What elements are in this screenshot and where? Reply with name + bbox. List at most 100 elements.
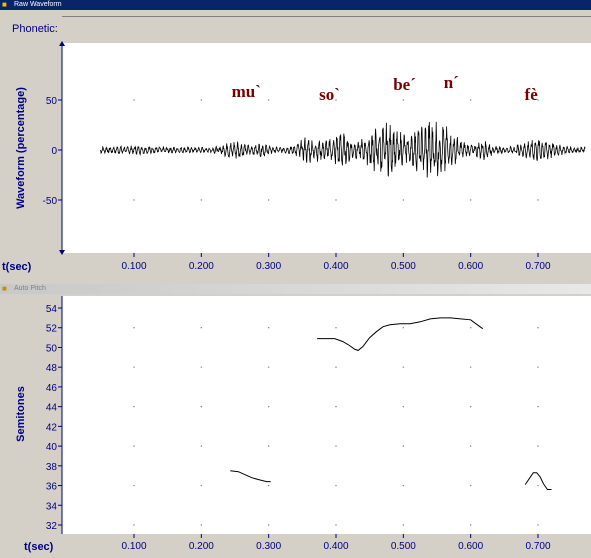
grid-dot	[335, 327, 337, 329]
grid-dot	[402, 366, 405, 368]
grid-dot	[200, 405, 203, 408]
pitch-y-title: Semitones	[15, 386, 27, 442]
grid-dot	[335, 405, 337, 408]
pitch-x-tick-label: 0.700	[525, 541, 550, 552]
syllable-label: n´	[444, 73, 459, 92]
pitch-y-tick-label: 32	[46, 521, 58, 532]
pitch-x-tick-label: 0.400	[323, 541, 348, 552]
pitch-y-tick-label: 54	[46, 304, 58, 315]
grid-dot	[335, 445, 337, 447]
grid-dot	[537, 524, 539, 526]
pitch-y-tick-label: 52	[46, 324, 58, 335]
grid-dot	[537, 445, 539, 447]
grid-dot	[537, 199, 539, 201]
waveform-x-tick-label: 0.200	[189, 261, 214, 272]
grid-dot	[267, 199, 270, 201]
grid-dot	[267, 405, 270, 408]
waveform-x-tick-label: 0.400	[323, 261, 348, 272]
waveform-window[interactable]: ■ Raw Waveform Phonetic: Waveform (perce…	[0, 0, 591, 282]
grid-dot	[469, 327, 472, 329]
waveform-x-tick-label: 0.700	[525, 261, 550, 272]
waveform-chart: Waveform (percentage) t(sec) 50 0 -50 0.10…	[2, 41, 586, 273]
grid-dot	[469, 199, 472, 201]
grid-dot	[402, 445, 405, 447]
grid-dot	[402, 524, 405, 526]
grid-dot	[267, 524, 270, 526]
grid-dot	[469, 366, 472, 368]
pitch-x-tick-label: 0.300	[256, 541, 281, 552]
waveform-y-tick-label: 0	[51, 146, 57, 157]
grid-dot	[402, 405, 405, 408]
pitch-contour-1	[230, 470, 271, 483]
y-axis-arrow-icon	[59, 41, 65, 46]
grid-dot	[133, 366, 135, 368]
grid-dot	[133, 99, 135, 101]
grid-dot	[537, 327, 539, 329]
grid-dot	[537, 484, 539, 487]
grid-dot	[335, 199, 337, 201]
grid-dot	[267, 99, 270, 101]
waveform-y-title: Waveform (percentage)	[15, 87, 27, 209]
grid-dot	[402, 327, 405, 329]
pitch-contour-2	[317, 317, 484, 351]
y-axis-arrow-icon	[59, 250, 65, 255]
pitch-y-tick-label: 34	[46, 501, 58, 512]
waveform-y-tick-label: 50	[46, 96, 58, 107]
syllable-label: fè	[525, 85, 539, 104]
waveform-x-tick-label: 0.500	[391, 261, 416, 272]
waveform-y-tick-label: -50	[43, 196, 58, 207]
grid-dot	[200, 445, 203, 447]
syllable-label: be´	[393, 75, 416, 94]
pitch-x-title: t(sec)	[24, 541, 54, 553]
pitch-y-tick-label: 48	[46, 363, 58, 374]
grid-dot	[133, 327, 135, 329]
grid-dot	[267, 445, 270, 447]
pitch-y-tick-label: 38	[46, 462, 58, 473]
grid-dot	[335, 366, 337, 368]
grid-dot	[469, 99, 472, 101]
grid-dot	[200, 327, 203, 329]
grid-dot	[267, 327, 270, 329]
grid-dot	[402, 484, 405, 487]
grid-dot	[133, 405, 135, 408]
pitch-x-tick-label: 0.100	[121, 541, 146, 552]
grid-dot	[200, 484, 203, 487]
grid-dot	[200, 524, 203, 526]
pitch-y-tick-label: 36	[46, 482, 58, 493]
grid-dot	[469, 445, 472, 447]
waveform-x-tick-label: 0.100	[121, 261, 146, 272]
pitch-chart: Semitones t(sec) 54 52 50 48 46 44 42 40 38 36 34 3…	[15, 296, 552, 553]
grid-dot	[537, 405, 539, 408]
grid-dot	[469, 524, 472, 526]
grid-dot	[335, 484, 337, 487]
pitch-y-tick-label: 42	[46, 422, 58, 433]
grid-dot	[469, 405, 472, 408]
grid-dot	[469, 484, 472, 487]
pitch-window[interactable]: ■ Auto Pitch Semitones t(sec) 54 52 50 48 46…	[0, 284, 591, 558]
grid-dot	[402, 99, 405, 101]
waveform-x-tick-label: 0.300	[256, 261, 281, 272]
grid-dot	[133, 524, 135, 526]
waveform-x-title: t(sec)	[2, 261, 32, 273]
pitch-y-tick-label: 50	[46, 343, 58, 354]
grid-dot	[267, 366, 270, 368]
grid-dot	[200, 99, 203, 101]
grid-dot	[133, 199, 135, 201]
waveform-trace	[99, 121, 586, 178]
pitch-contour-3	[524, 472, 552, 490]
grid-dot	[335, 524, 337, 526]
grid-dot	[402, 199, 405, 201]
grid-dot	[267, 484, 270, 487]
pitch-y-tick-label: 46	[46, 383, 58, 394]
grid-dot	[133, 445, 135, 447]
grid-dot	[200, 199, 203, 201]
pitch-y-tick-label: 44	[46, 403, 58, 414]
waveform-x-tick-label: 0.600	[458, 261, 483, 272]
grid-dot	[133, 484, 135, 487]
pitch-y-tick-label: 40	[46, 442, 58, 453]
syllable-label: mu`	[232, 82, 261, 101]
grid-dot	[200, 366, 203, 368]
pitch-x-tick-label: 0.200	[189, 541, 214, 552]
pitch-x-tick-label: 0.600	[458, 541, 483, 552]
pitch-x-tick-label: 0.500	[391, 541, 416, 552]
